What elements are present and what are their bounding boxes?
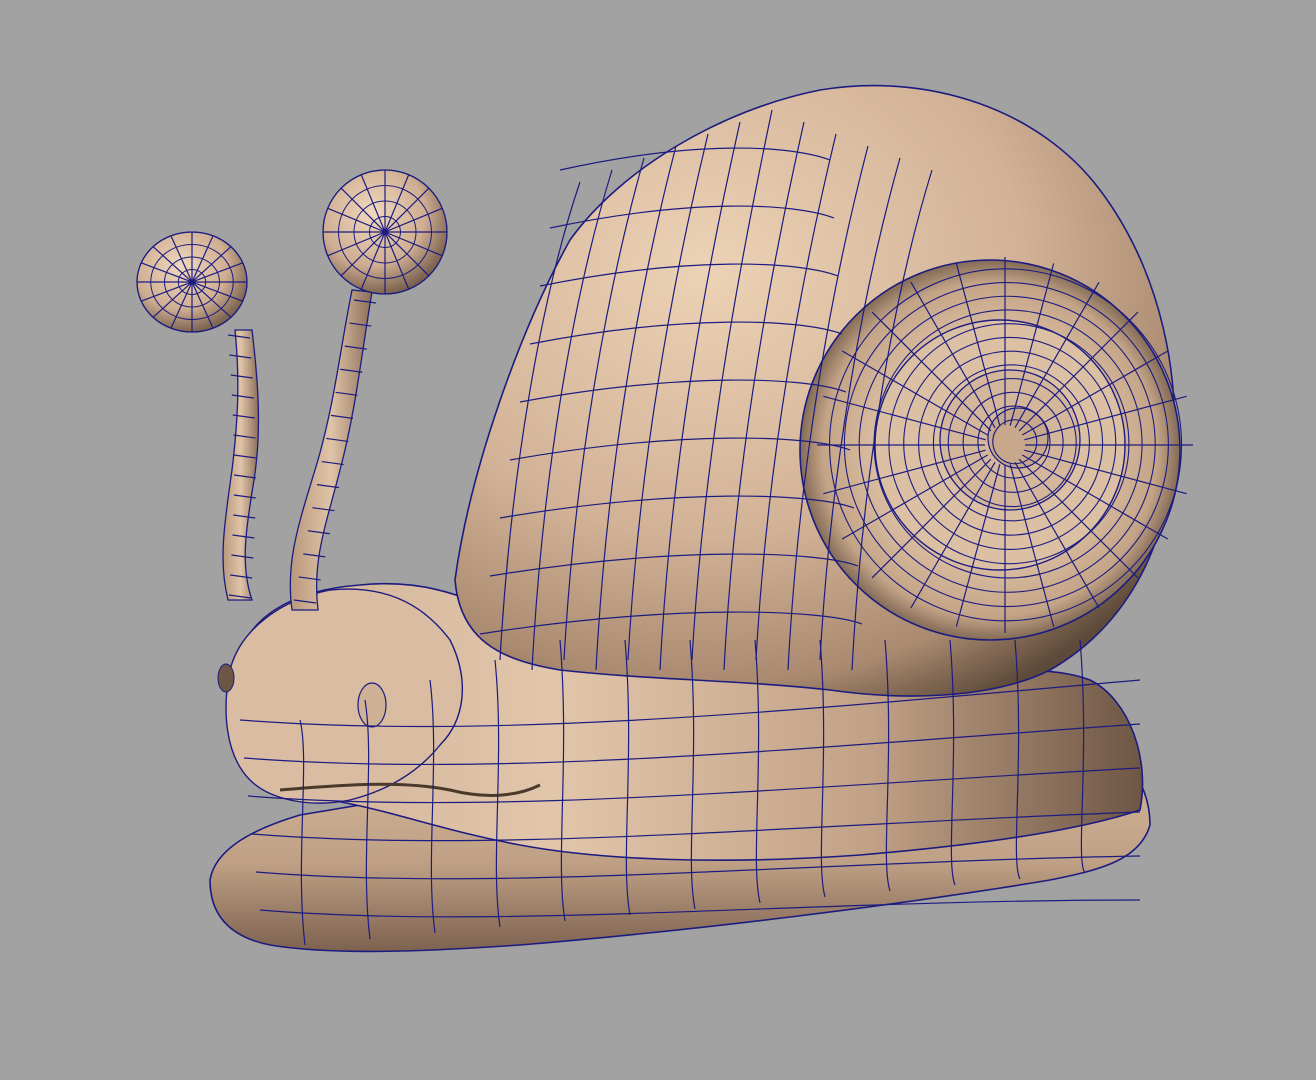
right-stalk-tube <box>289 289 373 611</box>
nostril <box>357 682 387 728</box>
3d-viewport[interactable] <box>0 0 1316 1080</box>
right-eye-stalk[interactable] <box>289 169 448 611</box>
side-nub <box>217 663 235 693</box>
left-stalk-tube <box>222 329 260 601</box>
